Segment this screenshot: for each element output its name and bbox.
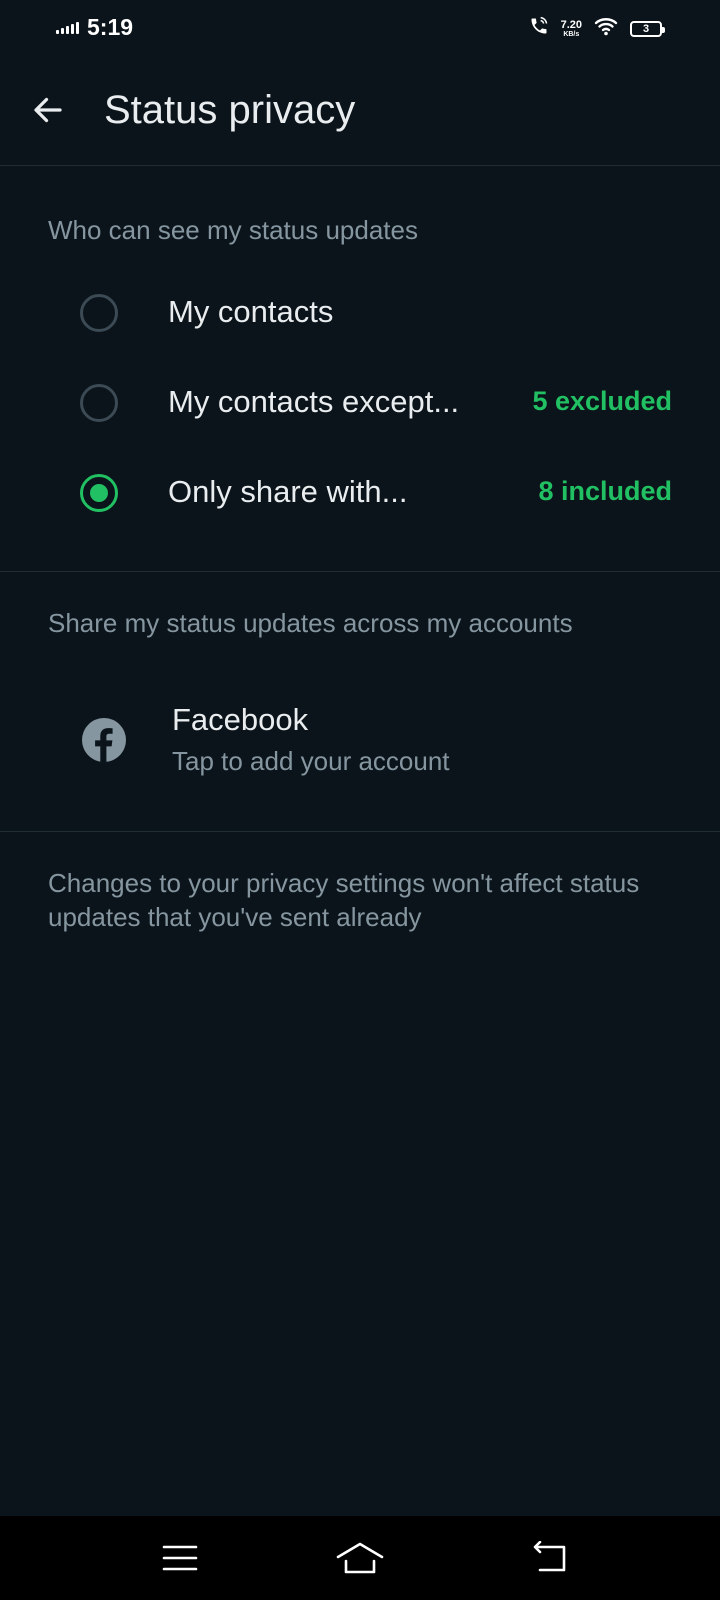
- status-bar-left: 5:19: [56, 14, 133, 41]
- included-count: 8 included: [538, 476, 672, 506]
- system-nav-bar: [0, 1516, 720, 1600]
- radio-option-my-contacts-except[interactable]: My contacts except... 5 excluded: [0, 358, 720, 448]
- radio-button[interactable]: [80, 384, 118, 422]
- excluded-count: 5 excluded: [532, 386, 672, 416]
- status-bar: 5:19 7.20 KB/s 3: [0, 0, 720, 56]
- status-bar-right: 7.20 KB/s 3: [529, 16, 665, 41]
- menu-button[interactable]: [150, 1534, 210, 1582]
- facebook-icon: [82, 718, 126, 762]
- radio-option-label: Only share with...: [168, 474, 408, 509]
- divider: [0, 571, 720, 572]
- radio-option-only-share-with[interactable]: Only share with... 8 included: [0, 448, 720, 538]
- status-time: 5:19: [87, 14, 134, 40]
- wifi-icon: [594, 16, 618, 41]
- menu-icon: [162, 1545, 198, 1571]
- radio-button[interactable]: [80, 294, 118, 332]
- arrow-left-icon: [34, 97, 62, 123]
- radio-option-label: My contacts except...: [168, 384, 460, 419]
- battery-icon: 3: [630, 20, 665, 37]
- app-bar: Status privacy: [0, 56, 720, 166]
- signal-icon: [56, 21, 79, 34]
- facebook-account-item[interactable]: Facebook Tap to add your account: [0, 680, 720, 800]
- back-nav-button[interactable]: [520, 1534, 580, 1582]
- privacy-footnote: Changes to your privacy settings won't a…: [48, 868, 640, 932]
- network-speed-unit: KB/s: [563, 30, 580, 38]
- home-button[interactable]: [330, 1534, 390, 1582]
- back-icon: [533, 1541, 566, 1572]
- facebook-subtitle: Tap to add your account: [172, 746, 450, 776]
- radio-option-label: My contacts: [168, 294, 334, 329]
- radio-option-my-contacts[interactable]: My contacts: [0, 268, 720, 358]
- wifi-call-icon: [529, 16, 549, 41]
- page-title: Status privacy: [104, 88, 356, 132]
- network-speed-value: 7.20: [560, 18, 582, 31]
- home-icon: [336, 1542, 384, 1574]
- section-header-share-across: Share my status updates across my accoun…: [48, 608, 573, 638]
- network-speed: 7.20 KB/s: [560, 18, 582, 38]
- back-button[interactable]: [26, 88, 70, 132]
- divider: [0, 831, 720, 832]
- section-header-who-can-see: Who can see my status updates: [48, 215, 418, 245]
- facebook-title: Facebook: [172, 702, 309, 737]
- radio-button-selected[interactable]: [80, 474, 118, 512]
